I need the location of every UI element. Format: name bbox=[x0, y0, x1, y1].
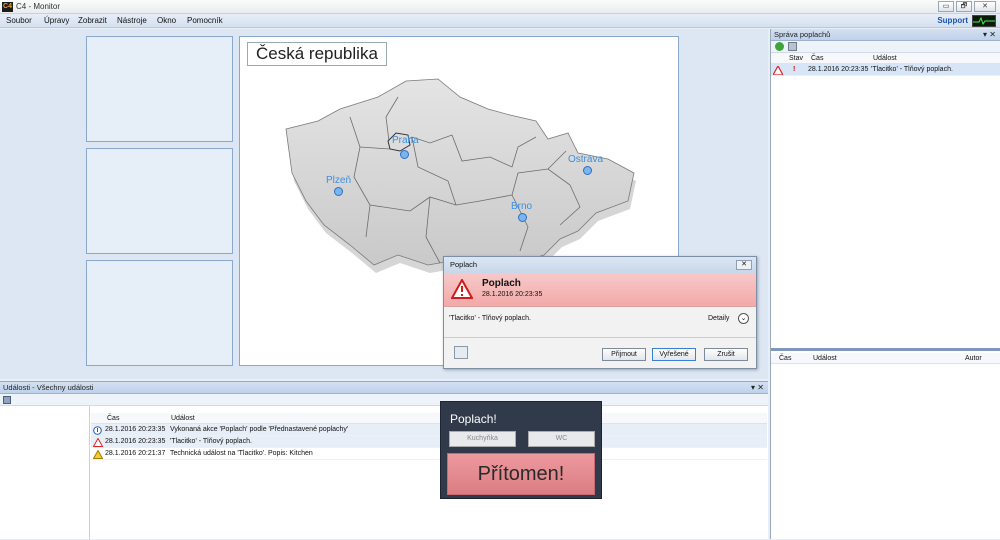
event-text: Vykonaná akce 'Poplach' podle 'Přednasta… bbox=[170, 426, 349, 433]
alarm-toolbar bbox=[771, 41, 1000, 53]
dialog-message: 'Tlacitko' - Tlňový poplach. bbox=[449, 315, 531, 322]
menu-bar: Soubor Úpravy Zobrazit Nástroje Okno Pom… bbox=[0, 14, 1000, 28]
events-pin-close-icon[interactable]: ▾ ✕ bbox=[751, 382, 764, 393]
minimize-button[interactable]: ▭ bbox=[938, 1, 954, 12]
present-button[interactable]: Přítomen! bbox=[447, 453, 595, 495]
location-kuchynka-button[interactable]: Kuchyňka bbox=[449, 431, 516, 447]
pane-pin-close-icon[interactable]: ▾ ✕ bbox=[983, 29, 996, 40]
events-grid-header: Čas Událost bbox=[91, 413, 767, 424]
alarm-warning-icon bbox=[451, 279, 473, 299]
dialog-title: Poplach bbox=[450, 260, 478, 269]
menu-upravy[interactable]: Úpravy bbox=[44, 16, 69, 25]
events-tree[interactable] bbox=[0, 406, 90, 540]
dialog-heading: Poplach bbox=[482, 278, 521, 289]
events-toolbar bbox=[0, 394, 768, 406]
details-label: Detaily bbox=[708, 315, 730, 322]
col-udalost[interactable]: Událost bbox=[873, 55, 897, 62]
event-time: 28.1.2016 20:21:37 bbox=[105, 450, 166, 457]
location-wc-button[interactable]: WC bbox=[528, 431, 595, 447]
city-marker-plzen[interactable] bbox=[334, 187, 343, 196]
warning-icon bbox=[92, 449, 104, 461]
alarm-management-panel: Správa poplachů ▾ ✕ Stav Čas Událost ! 2… bbox=[770, 29, 1000, 539]
city-label-praha: Praha bbox=[392, 135, 419, 146]
city-marker-praha[interactable] bbox=[400, 150, 409, 159]
window-title: C4 - Monitor bbox=[16, 2, 61, 11]
alarm-panel-title: Správa poplachů ▾ ✕ bbox=[771, 29, 1000, 41]
print-icon[interactable] bbox=[454, 346, 468, 359]
support-link[interactable]: Support bbox=[937, 16, 968, 25]
col-event-udalost[interactable]: Událost bbox=[171, 415, 195, 422]
map-title: Česká republika bbox=[247, 42, 387, 66]
menu-pomocnik[interactable]: Pomocník bbox=[187, 16, 223, 25]
alarm-event: 'Tlacitko' - Tlňový poplach. bbox=[871, 66, 953, 73]
alarm-grid-header: Stav Čas Událost bbox=[771, 53, 1000, 64]
app-icon: C4 bbox=[2, 2, 13, 12]
city-marker-brno[interactable] bbox=[518, 213, 527, 222]
cancel-button[interactable]: Zrušit bbox=[704, 348, 748, 361]
event-time: 28.1.2016 20:23:35 bbox=[105, 438, 166, 445]
menu-soubor[interactable]: Soubor bbox=[6, 16, 32, 25]
alarm-row[interactable]: ! 28.1.2016 20:23:35 'Tlacitko' - Tlňový… bbox=[771, 64, 1000, 76]
popup-title: Poplach! bbox=[450, 412, 497, 426]
resolved-button[interactable]: Vyřešené bbox=[652, 348, 696, 361]
col-cas[interactable]: Čas bbox=[811, 55, 823, 62]
close-button[interactable]: ✕ bbox=[974, 1, 996, 12]
col-log-udalost[interactable]: Událost bbox=[813, 355, 837, 362]
menu-okno[interactable]: Okno bbox=[157, 16, 176, 25]
print-icon[interactable] bbox=[788, 42, 797, 51]
dialog-timestamp: 28.1.2016 20:23:35 bbox=[482, 291, 543, 298]
event-row[interactable]: 28.1.2016 20:21:37 Technická událost na … bbox=[91, 448, 767, 460]
event-time: 28.1.2016 20:23:35 bbox=[105, 426, 166, 433]
city-label-plzen: Plzeň bbox=[326, 175, 352, 186]
accept-button[interactable]: Přijmout bbox=[602, 348, 646, 361]
alarm-panel-title-text: Správa poplachů bbox=[774, 30, 831, 39]
city-label-ostrava: Ostrava bbox=[568, 154, 604, 165]
events-panel: Události - Všechny události ▾ ✕ Čas Udál… bbox=[0, 381, 768, 540]
presence-popup: Poplach! Kuchyňka WC Přítomen! bbox=[440, 401, 602, 499]
col-event-cas[interactable]: Čas bbox=[107, 415, 119, 422]
alarm-dialog: Poplach ✕ Poplach 28.1.2016 20:23:35 'Tl… bbox=[443, 256, 757, 369]
events-grid: Čas Událost 28.1.2016 20:23:35 Vykonaná … bbox=[91, 413, 767, 460]
col-log-cas[interactable]: Čas bbox=[779, 355, 791, 362]
heartbeat-icon bbox=[972, 15, 996, 27]
alarm-band: Poplach 28.1.2016 20:23:35 bbox=[444, 273, 756, 307]
events-panel-title-text: Události - Všechny události bbox=[3, 383, 94, 392]
camera-tile-1[interactable] bbox=[86, 36, 233, 142]
event-row[interactable]: 28.1.2016 20:23:35 'Tlacitko' - Tlňový p… bbox=[91, 436, 767, 448]
alarm-time: 28.1.2016 20:23:35 bbox=[808, 66, 869, 73]
title-bar: C4 C4 - Monitor ▭ 🗗 ✕ bbox=[0, 0, 1000, 14]
menu-nastroje[interactable]: Nástroje bbox=[117, 16, 147, 25]
events-panel-title: Události - Všechny události ▾ ✕ bbox=[0, 382, 768, 394]
filter-icon[interactable] bbox=[3, 396, 11, 404]
event-text: 'Tlacitko' - Tlňový poplach. bbox=[170, 438, 252, 445]
event-row[interactable]: 28.1.2016 20:23:35 Vykonaná akce 'Poplac… bbox=[91, 424, 767, 436]
dialog-divider bbox=[444, 337, 756, 338]
event-text: Technická událost na 'Tlacitko'. Popis: … bbox=[170, 450, 313, 457]
confirm-icon[interactable] bbox=[775, 42, 784, 51]
menu-zobrazit[interactable]: Zobrazit bbox=[78, 16, 107, 25]
camera-tile-2[interactable] bbox=[86, 148, 233, 254]
dialog-titlebar: Poplach ✕ bbox=[444, 257, 756, 273]
window-controls: ▭ 🗗 ✕ bbox=[938, 1, 996, 12]
dialog-close-button[interactable]: ✕ bbox=[736, 260, 752, 270]
col-log-autor[interactable]: Autor bbox=[965, 355, 982, 362]
splitter[interactable] bbox=[771, 348, 1000, 351]
city-marker-ostrava[interactable] bbox=[583, 166, 592, 175]
city-label-brno: Brno bbox=[511, 201, 533, 212]
col-stav[interactable]: Stav bbox=[789, 55, 803, 62]
alarm-warning-icon bbox=[771, 64, 785, 77]
alarm-state: ! bbox=[793, 66, 796, 73]
expand-details-button[interactable]: ⌄ bbox=[738, 313, 749, 324]
restore-button[interactable]: 🗗 bbox=[956, 1, 972, 12]
log-grid-header: Čas Událost Autor bbox=[771, 353, 1000, 364]
camera-tile-3[interactable] bbox=[86, 260, 233, 366]
